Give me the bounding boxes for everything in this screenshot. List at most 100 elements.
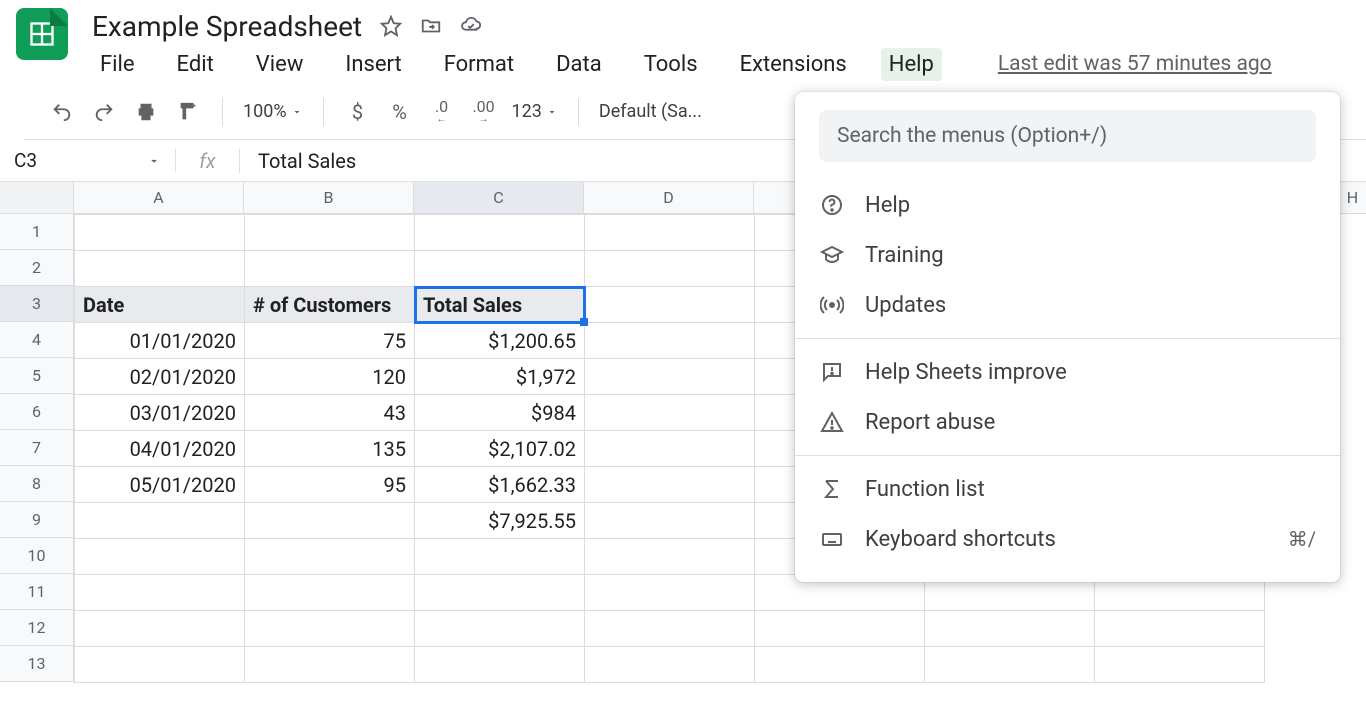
cell-C1[interactable] (415, 215, 585, 251)
cell-C11[interactable] (415, 575, 585, 611)
row-header-6[interactable]: 6 (0, 394, 74, 430)
cell-C5[interactable]: $1,972 (415, 359, 585, 395)
cell-D3[interactable] (585, 287, 755, 323)
help-menu-report-abuse[interactable]: Report abuse (795, 397, 1340, 447)
cell-B5[interactable]: 120 (245, 359, 415, 395)
cell-B7[interactable]: 135 (245, 431, 415, 467)
document-title[interactable]: Example Spreadsheet (92, 10, 362, 43)
cell-D13[interactable] (585, 647, 755, 683)
redo-icon[interactable] (90, 98, 118, 126)
menu-search-input[interactable]: Search the menus (Option+/) (819, 110, 1316, 162)
row-header-12[interactable]: 12 (0, 610, 74, 646)
menu-tools[interactable]: Tools (636, 48, 706, 81)
cell-D6[interactable] (585, 395, 755, 431)
cell-E13[interactable] (755, 647, 925, 683)
cell-A2[interactable] (75, 251, 245, 287)
help-menu-keyboard-shortcuts[interactable]: Keyboard shortcuts⌘/ (795, 514, 1340, 564)
cell-F12[interactable] (925, 611, 1095, 647)
select-all-corner[interactable] (0, 182, 74, 214)
cell-B8[interactable]: 95 (245, 467, 415, 503)
edit-status-link[interactable]: Last edit was 57 minutes ago (998, 52, 1272, 76)
cell-C7[interactable]: $2,107.02 (415, 431, 585, 467)
menu-file[interactable]: File (92, 48, 143, 81)
cell-A5[interactable]: 02/01/2020 (75, 359, 245, 395)
cell-A3[interactable]: Date (75, 287, 245, 323)
cell-C4[interactable]: $1,200.65 (415, 323, 585, 359)
cell-B10[interactable] (245, 539, 415, 575)
cell-D4[interactable] (585, 323, 755, 359)
row-header-2[interactable]: 2 (0, 250, 74, 286)
help-menu-updates[interactable]: Updates (795, 280, 1340, 330)
menu-extensions[interactable]: Extensions (732, 48, 855, 81)
cell-E12[interactable] (755, 611, 925, 647)
cell-B1[interactable] (245, 215, 415, 251)
number-format-selector[interactable]: 123 (512, 101, 558, 122)
cell-D1[interactable] (585, 215, 755, 251)
column-header-A[interactable]: A (74, 182, 244, 214)
cell-D9[interactable] (585, 503, 755, 539)
row-header-11[interactable]: 11 (0, 574, 74, 610)
cell-G12[interactable] (1095, 611, 1265, 647)
increase-decimal-icon[interactable]: .00→ (470, 98, 498, 126)
cell-C2[interactable] (415, 251, 585, 287)
cell-C10[interactable] (415, 539, 585, 575)
row-header-4[interactable]: 4 (0, 322, 74, 358)
cell-A10[interactable] (75, 539, 245, 575)
currency-icon[interactable]: $ (344, 98, 372, 126)
help-menu-function-list[interactable]: Function list (795, 464, 1340, 514)
cell-A4[interactable]: 01/01/2020 (75, 323, 245, 359)
cell-C3[interactable]: Total Sales (415, 287, 585, 323)
cell-C8[interactable]: $1,662.33 (415, 467, 585, 503)
cell-D10[interactable] (585, 539, 755, 575)
cell-A6[interactable]: 03/01/2020 (75, 395, 245, 431)
sheets-logo[interactable] (16, 8, 68, 60)
row-header-1[interactable]: 1 (0, 214, 74, 250)
row-header-13[interactable]: 13 (0, 646, 74, 682)
cell-A7[interactable]: 04/01/2020 (75, 431, 245, 467)
menu-data[interactable]: Data (548, 48, 610, 81)
move-folder-icon[interactable] (420, 15, 442, 37)
help-menu-help[interactable]: Help (795, 180, 1340, 230)
cell-A9[interactable] (75, 503, 245, 539)
column-header-C[interactable]: C (414, 182, 584, 214)
cell-B12[interactable] (245, 611, 415, 647)
row-header-5[interactable]: 5 (0, 358, 74, 394)
column-header-D[interactable]: D (584, 182, 754, 214)
percent-icon[interactable]: % (386, 98, 414, 126)
cell-D12[interactable] (585, 611, 755, 647)
cell-B3[interactable]: # of Customers (245, 287, 415, 323)
zoom-selector[interactable]: 100% (243, 101, 303, 122)
cell-D11[interactable] (585, 575, 755, 611)
menu-format[interactable]: Format (436, 48, 522, 81)
row-header-8[interactable]: 8 (0, 466, 74, 502)
row-header-9[interactable]: 9 (0, 502, 74, 538)
help-menu-help-sheets-improve[interactable]: Help Sheets improve (795, 347, 1340, 397)
cell-D7[interactable] (585, 431, 755, 467)
column-header-peek[interactable]: H (1338, 182, 1366, 214)
cell-C6[interactable]: $984 (415, 395, 585, 431)
menu-insert[interactable]: Insert (337, 48, 409, 81)
menu-help[interactable]: Help (881, 48, 942, 81)
cell-A8[interactable]: 05/01/2020 (75, 467, 245, 503)
cell-C9[interactable]: $7,925.55 (415, 503, 585, 539)
name-box[interactable]: C3 (0, 149, 176, 172)
cell-G13[interactable] (1095, 647, 1265, 683)
paint-format-icon[interactable] (174, 98, 202, 126)
cell-D8[interactable] (585, 467, 755, 503)
cell-B4[interactable]: 75 (245, 323, 415, 359)
cell-B11[interactable] (245, 575, 415, 611)
cell-F13[interactable] (925, 647, 1095, 683)
print-icon[interactable] (132, 98, 160, 126)
row-header-10[interactable]: 10 (0, 538, 74, 574)
star-icon[interactable] (380, 15, 402, 37)
cell-B13[interactable] (245, 647, 415, 683)
cell-B6[interactable]: 43 (245, 395, 415, 431)
menu-edit[interactable]: Edit (169, 48, 222, 81)
cell-A13[interactable] (75, 647, 245, 683)
menu-view[interactable]: View (248, 48, 312, 81)
row-header-7[interactable]: 7 (0, 430, 74, 466)
cell-C13[interactable] (415, 647, 585, 683)
cell-D5[interactable] (585, 359, 755, 395)
cloud-saved-icon[interactable] (460, 15, 482, 37)
column-header-B[interactable]: B (244, 182, 414, 214)
